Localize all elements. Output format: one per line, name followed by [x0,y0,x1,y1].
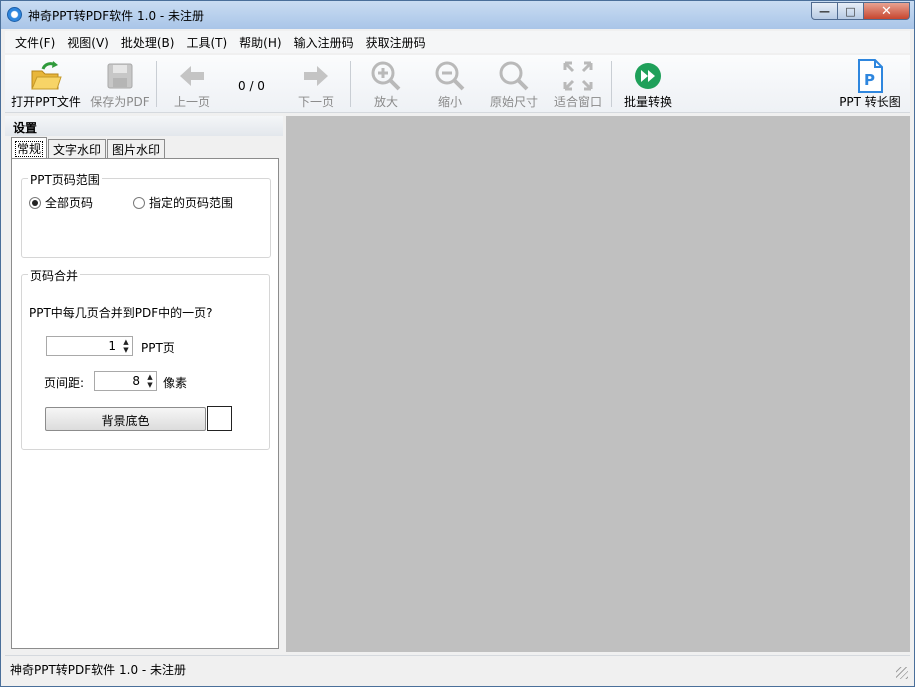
fit-window-icon [563,61,593,91]
page-spacing-value: 8 [132,374,140,388]
batch-convert-button[interactable]: 批量转换 [619,59,677,111]
radio-all-pages-dot [29,196,41,209]
close-button[interactable]: ✕ [864,2,910,20]
menu-get-code[interactable]: 获取注册码 [362,34,434,51]
maximize-icon: □ [845,4,856,18]
page-range-title: PPT页码范围 [28,171,102,188]
zoom-in-label: 放大 [373,95,398,109]
fit-window-button[interactable]: 适合窗口 [551,59,605,111]
status-bar: 神奇PPT转PDF软件 1.0 - 未注册 [5,655,910,681]
batch-convert-label: 批量转换 [623,95,672,109]
zoom-in-button[interactable]: 放大 [365,59,407,111]
open-folder-icon [31,61,62,90]
arrow-left-icon [180,66,204,86]
pages-per-sheet-spinner[interactable]: 1 ▲ ▼ [46,336,133,356]
settings-panel-title: 设置 [5,116,283,136]
radio-specified-range-label: 指定的页码范围 [149,196,234,210]
toolbar: 打开PPT文件 保存为PDF 上一页 0 / 0 下一页 放大 缩小 原始尺寸 … [5,55,910,113]
radio-specified-range[interactable]: 指定的页码范围 [133,194,233,211]
save-disk-icon [107,63,133,89]
menu-help[interactable]: 帮助(H) [235,34,289,51]
status-text: 神奇PPT转PDF软件 1.0 - 未注册 [10,663,187,677]
menu-file[interactable]: 文件(F) [11,34,63,51]
close-icon: ✕ [881,3,892,19]
fit-window-label: 适合窗口 [553,95,602,109]
toolbar-separator [611,61,612,107]
tab-text-watermark-label: 文字水印 [53,143,102,157]
prev-page-button[interactable]: 上一页 [169,59,215,111]
merge-question: PPT中每几页合并到PDF中的一页? [29,306,213,320]
minimize-button[interactable]: — [811,2,838,20]
document-viewer[interactable] [286,116,910,652]
spinner-arrows-icon[interactable]: ▲ ▼ [144,372,156,390]
tab-image-watermark-label: 图片水印 [112,143,161,157]
pages-per-sheet-value: 1 [108,339,116,353]
minimize-icon: — [819,4,830,18]
window-title: 神奇PPT转PDF软件 1.0 - 未注册 [28,9,205,23]
resize-grip-icon[interactable] [896,667,908,679]
spinner-arrows-icon[interactable]: ▲ ▼ [120,337,132,355]
magnifier-icon [499,61,529,91]
save-pdf-button[interactable]: 保存为PDF [89,59,151,111]
zoom-out-icon [435,61,465,91]
app-window: 神奇PPT转PDF软件 1.0 - 未注册 — □ ✕ 文件(F) 视图(V) … [0,0,915,687]
open-ppt-label: 打开PPT文件 [11,95,81,109]
zoom-out-button[interactable]: 缩小 [429,59,471,111]
menu-batch[interactable]: 批处理(B) [117,34,183,51]
page-spacing-label: 页间距: [44,376,85,390]
tab-general-label: 常规 [14,141,44,157]
menu-view[interactable]: 视图(V) [63,34,117,51]
page-merge-title: 页码合并 [28,267,81,284]
arrow-right-icon [304,66,328,86]
title-bar[interactable]: 神奇PPT转PDF软件 1.0 - 未注册 — □ ✕ [1,1,914,29]
next-page-button[interactable]: 下一页 [293,59,339,111]
ppt-to-long-image-button[interactable]: P PPT 转长图 [837,59,903,111]
ppt-to-long-image-label: PPT 转长图 [839,95,901,109]
tab-image-watermark[interactable]: 图片水印 [107,139,166,158]
spacing-unit-label: 像素 [163,376,188,390]
radio-specified-range-dot [133,196,145,209]
background-color-button[interactable]: 背景底色 [45,407,206,431]
menu-bar: 文件(F) 视图(V) 批处理(B) 工具(T) 帮助(H) 输入注册码 获取注… [5,31,910,53]
save-pdf-label: 保存为PDF [90,95,150,109]
toolbar-separator [156,61,157,107]
settings-panel: 设置 常规 文字水印 图片水印 PPT页码范围 全部页码 指定的页码范围 页码合… [5,116,283,652]
page-spacing-spinner[interactable]: 8 ▲ ▼ [94,371,157,391]
tab-general[interactable]: 常规 [11,137,48,158]
actual-size-button[interactable]: 原始尺寸 [487,59,541,111]
svg-text:P: P [864,71,875,89]
background-color-swatch[interactable] [207,406,232,431]
toolbar-separator [350,61,351,107]
actual-size-label: 原始尺寸 [489,95,538,109]
ppt-document-icon: P [858,59,883,93]
zoom-in-icon [371,61,401,91]
tab-text-watermark[interactable]: 文字水印 [48,139,107,158]
radio-all-pages[interactable]: 全部页码 [29,194,93,211]
general-tab-page: PPT页码范围 全部页码 指定的页码范围 页码合并 PPT中每几页合并到PDF中… [11,158,279,649]
next-page-label: 下一页 [297,95,334,109]
fast-forward-icon [635,63,661,89]
page-range-group: PPT页码范围 全部页码 指定的页码范围 [21,171,271,258]
menu-tools[interactable]: 工具(T) [182,34,235,51]
page-merge-group: 页码合并 PPT中每几页合并到PDF中的一页? 1 ▲ ▼ PPT页 页间距: 8… [21,267,270,450]
app-icon[interactable] [7,7,22,22]
pages-unit-label: PPT页 [141,341,175,355]
prev-page-label: 上一页 [173,95,210,109]
settings-tabs: 常规 文字水印 图片水印 [11,137,166,158]
zoom-out-label: 缩小 [437,95,462,109]
open-ppt-button[interactable]: 打开PPT文件 [11,59,81,111]
radio-all-pages-label: 全部页码 [45,196,94,210]
menu-enter-code[interactable]: 输入注册码 [290,34,362,51]
maximize-button[interactable]: □ [838,2,864,20]
page-counter: 0 / 0 [238,79,265,93]
